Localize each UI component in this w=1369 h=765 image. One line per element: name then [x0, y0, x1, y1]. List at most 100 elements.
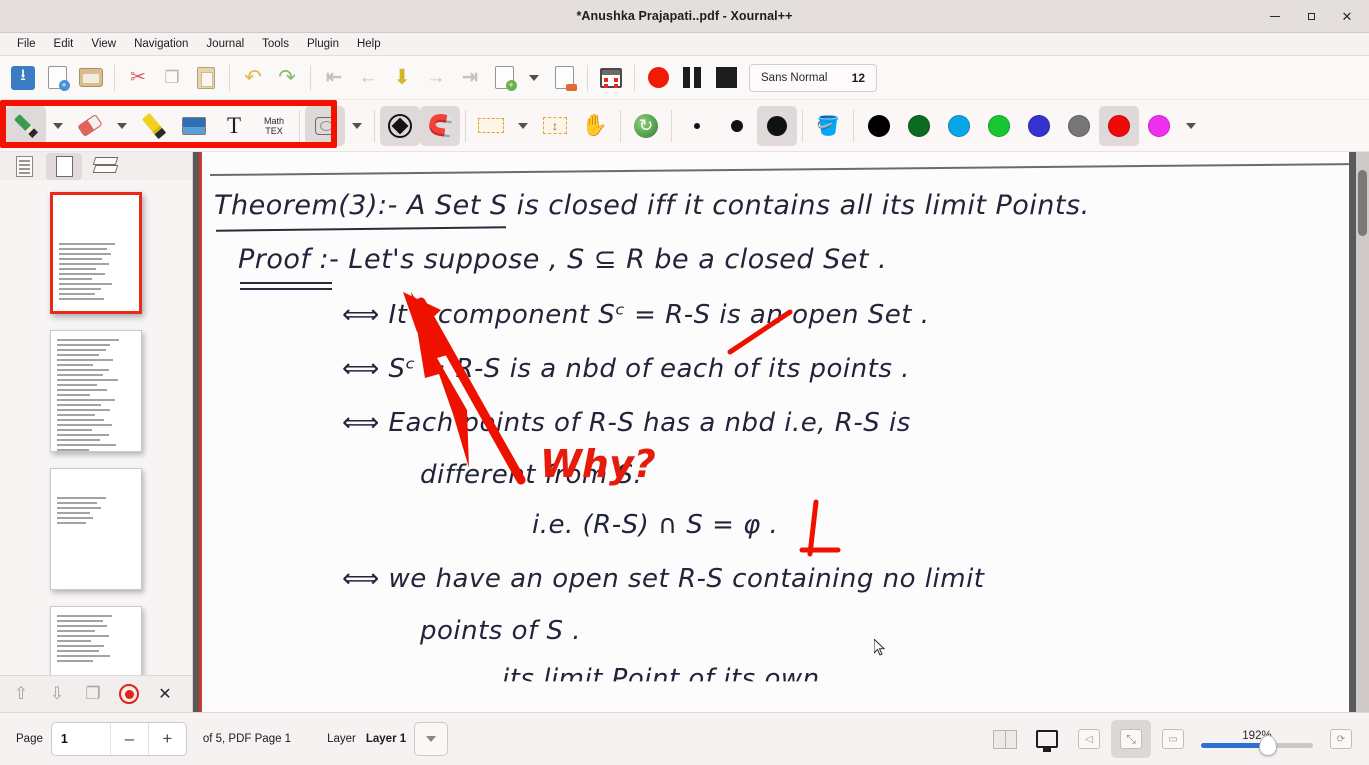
page-thumbnail-3[interactable]	[50, 468, 142, 590]
go-previous-page-button[interactable]: ←	[351, 61, 385, 95]
menu-file[interactable]: File	[8, 35, 45, 53]
menu-tools[interactable]: Tools	[253, 35, 298, 53]
highlighter-tool-button[interactable]	[134, 106, 174, 146]
open-button[interactable]	[74, 61, 108, 95]
go-last-page-button[interactable]: ⇥	[453, 61, 487, 95]
fit-page-width-button[interactable]: ◁	[1069, 720, 1109, 758]
pdf-page[interactable]: Theorem(3):- A Set S is closed iff it co…	[199, 152, 1349, 712]
go-first-page-button[interactable]: ⇤	[317, 61, 351, 95]
insert-page-button[interactable]: +	[487, 61, 521, 95]
page-thumbnail-2[interactable]	[50, 330, 142, 452]
image-tool-button[interactable]	[174, 106, 214, 146]
layer-dropdown-button[interactable]	[414, 722, 449, 756]
pairs-of-pages-button[interactable]	[985, 720, 1025, 758]
sidebar-tabs	[0, 152, 192, 180]
select-options-dropdown-button[interactable]	[345, 106, 369, 146]
color-swatch-red[interactable]	[1099, 105, 1139, 146]
math-tex-line2: TEX	[265, 125, 283, 136]
pen-tool-button[interactable]	[6, 105, 46, 146]
thin-stroke-button[interactable]	[677, 106, 717, 146]
duplicate-page-button[interactable]: ❐	[76, 679, 110, 709]
color-swatch-dark-green[interactable]	[899, 106, 939, 146]
zoom-slider-knob[interactable]	[1259, 735, 1277, 756]
fullscreen-button[interactable]: ▭	[1153, 720, 1193, 758]
menu-plugin[interactable]: Plugin	[298, 35, 348, 53]
page-thumbnail-4[interactable]	[50, 606, 142, 676]
color-swatch-blue[interactable]	[1019, 106, 1059, 146]
stop-button[interactable]	[709, 61, 743, 95]
sidebar-tab-layers[interactable]	[86, 153, 122, 180]
color-swatch-gray[interactable]	[1059, 106, 1099, 146]
zoom-slider[interactable]	[1201, 735, 1313, 756]
color-swatch-magenta[interactable]	[1139, 106, 1179, 146]
snap-magnet-button[interactable]: 🧲	[420, 105, 460, 146]
vertical-scrollbar[interactable]	[1356, 152, 1369, 712]
select-rectangle-dropdown-button[interactable]	[511, 106, 535, 146]
insert-page-dropdown-button[interactable]	[521, 61, 547, 95]
close-icon: ✕	[1341, 8, 1353, 24]
medium-stroke-button[interactable]	[717, 106, 757, 146]
text-tool-button[interactable]: T	[214, 106, 254, 146]
vertical-scrollbar-thumb[interactable]	[1358, 170, 1367, 236]
go-down-button[interactable]: ⬇	[385, 61, 419, 95]
more-colors-dropdown-button[interactable]	[1179, 106, 1203, 146]
menu-navigation[interactable]: Navigation	[125, 35, 197, 53]
shape-recognizer-button[interactable]	[380, 105, 420, 146]
new-page-icon: +	[47, 66, 70, 91]
pen-options-dropdown-button[interactable]	[46, 106, 70, 146]
menu-edit[interactable]: Edit	[45, 35, 83, 53]
undo-button[interactable]: ↶	[236, 61, 270, 95]
thick-stroke-button[interactable]	[757, 105, 797, 146]
color-swatch-green[interactable]	[979, 106, 1019, 146]
menu-journal[interactable]: Journal	[197, 35, 253, 53]
font-selector[interactable]: Sans Normal 12	[749, 63, 877, 92]
chevron-down-icon	[53, 122, 63, 129]
eraser-tool-button[interactable]	[70, 106, 110, 146]
move-page-down-button[interactable]: ⇩	[40, 679, 74, 709]
math-tex-tool-button[interactable]: Math TEX	[254, 106, 294, 146]
annotate-pdf-button[interactable]	[594, 61, 628, 95]
delete-page-button[interactable]	[112, 679, 146, 709]
page-decrement-button[interactable]: –	[109, 723, 148, 755]
save-button[interactable]	[6, 61, 40, 95]
delete-page-button[interactable]	[547, 61, 581, 95]
canvas-area[interactable]: Theorem(3):- A Set S is closed iff it co…	[193, 152, 1369, 712]
record-button[interactable]	[641, 61, 675, 95]
presentation-mode-button[interactable]	[1027, 720, 1067, 758]
copy-button[interactable]: ❐	[155, 61, 189, 95]
sidebar-tab-pages[interactable]	[46, 152, 82, 180]
zoom-reset-button[interactable]: ⟳	[1321, 720, 1361, 758]
page-thumbnail-1[interactable]	[50, 192, 142, 314]
hand-tool-button[interactable]: ✋	[575, 106, 615, 146]
page-number-stepper[interactable]: 1 – +	[50, 722, 187, 756]
color-swatch-cyan[interactable]	[939, 106, 979, 146]
new-button[interactable]: +	[40, 61, 74, 95]
color-swatch-black[interactable]	[859, 106, 899, 146]
minimize-button[interactable]	[1257, 3, 1293, 31]
select-region-button[interactable]	[305, 105, 345, 146]
go-next-page-button[interactable]: →	[419, 61, 453, 95]
menu-view[interactable]: View	[82, 35, 125, 53]
pause-icon	[682, 67, 702, 88]
cut-button[interactable]: ✂	[121, 61, 155, 95]
move-page-up-button[interactable]: ⇧	[4, 679, 38, 709]
page-increment-button[interactable]: +	[147, 723, 186, 755]
close-button[interactable]: ✕	[1329, 3, 1365, 31]
record-icon	[647, 67, 669, 88]
rotate-snapping-button[interactable]	[626, 106, 666, 146]
pause-button[interactable]	[675, 61, 709, 95]
select-rectangle-button[interactable]	[471, 106, 511, 146]
sidebar-tab-contents[interactable]	[6, 153, 42, 180]
maximize-button[interactable]	[1293, 3, 1329, 31]
page-thumbnail-list[interactable]	[0, 180, 192, 676]
zoom-fit-button[interactable]	[1111, 720, 1151, 758]
redo-button[interactable]: ↷	[270, 61, 304, 95]
fill-tool-button[interactable]: 🪣	[808, 106, 848, 146]
menu-help[interactable]: Help	[348, 35, 390, 53]
handwriting-line-3: ⟺ It's component Sᶜ = R-S is an open Set…	[342, 300, 930, 330]
eraser-options-dropdown-button[interactable]	[110, 106, 134, 146]
close-sidebar-button[interactable]: ✕	[148, 679, 182, 709]
vertical-space-button[interactable]: ↕	[535, 106, 575, 146]
page-number-input[interactable]: 1	[52, 732, 110, 746]
paste-button[interactable]	[189, 61, 223, 95]
